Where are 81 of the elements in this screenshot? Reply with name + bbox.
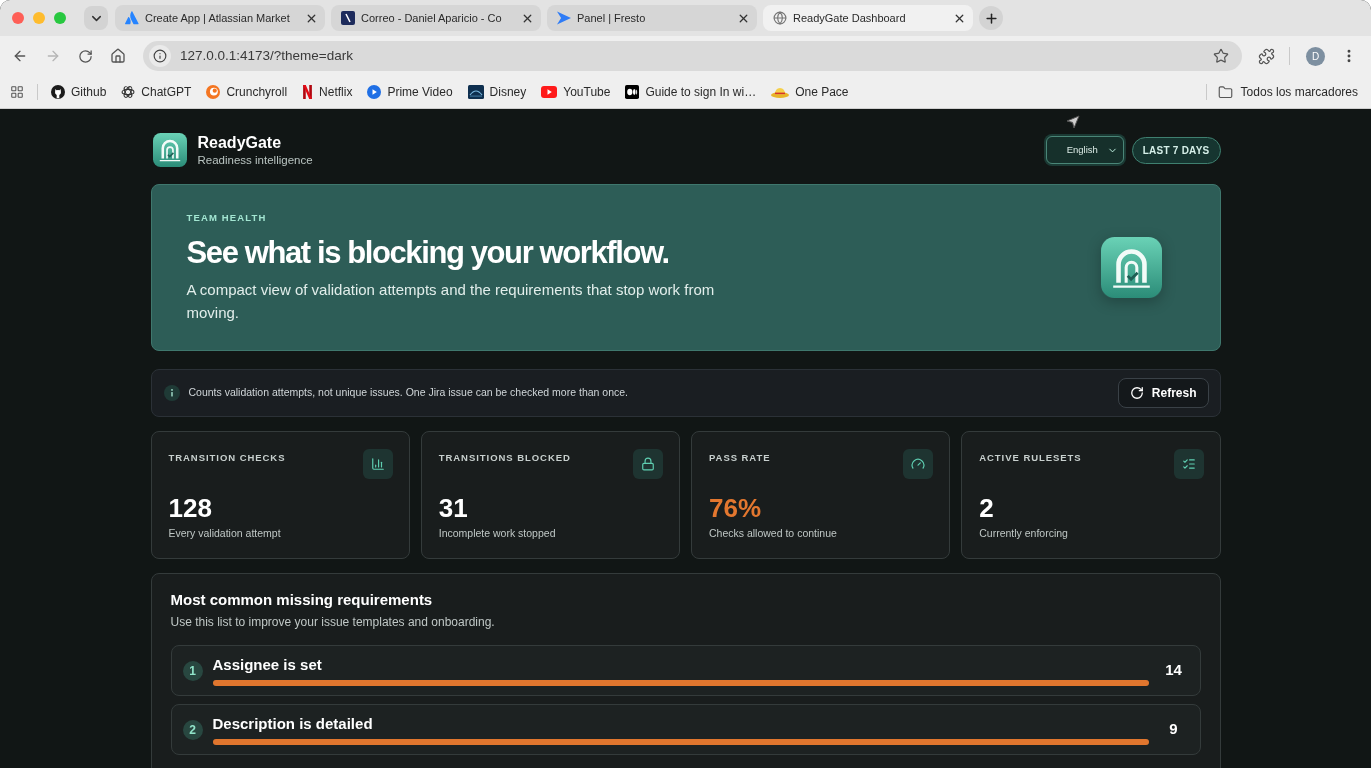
new-tab-button[interactable] [979, 6, 1003, 30]
straw-hat-icon [771, 86, 790, 98]
home-icon[interactable] [110, 48, 126, 64]
address-bar[interactable]: 127.0.0.1:4173/?theme=dark [143, 41, 1242, 71]
hero-title: See what is blocking your workflow. [186, 234, 670, 272]
bookmark-link[interactable]: Netflix [302, 81, 353, 103]
stat-value: 128 [168, 493, 213, 523]
stat-label: TRANSITIONS BLOCKED [438, 452, 571, 464]
tab-title: Create App | Atlassian Market [145, 10, 291, 26]
bookmark-link[interactable]: Prime Video [367, 81, 453, 103]
bookmark-link[interactable]: Crunchyroll [206, 81, 288, 103]
slash-tile-icon [341, 11, 355, 25]
stat-caption: Currently enforcing [979, 526, 1069, 540]
triangle-logo-icon [125, 11, 139, 25]
browser-tab[interactable]: Correo - Daniel Aparicio - Co [331, 5, 541, 31]
date-range-button[interactable]: LAST 7 DAYS [1131, 136, 1221, 164]
all-bookmarks-link[interactable]: Todos los marcadores [1217, 83, 1358, 101]
refresh-button[interactable]: Refresh [1117, 378, 1209, 408]
requirement-label: Assignee is set [212, 655, 323, 674]
tab-title: Panel | Fresto [577, 10, 647, 26]
stat-caption: Every validation attempt [168, 526, 282, 540]
refresh-icon [1129, 386, 1144, 400]
stat-value: 2 [979, 493, 995, 523]
stat-label: TRANSITION CHECKS [168, 452, 286, 464]
bookmark-star-icon[interactable] [1213, 48, 1229, 64]
bookmark-link[interactable]: YouTube [541, 81, 611, 103]
stat-caption: Incomplete work stopped [438, 526, 557, 540]
n-logo-icon [302, 85, 314, 99]
play-button-icon [541, 86, 558, 98]
bookmark-link[interactable]: Disney [467, 81, 527, 103]
bookmark-link[interactable]: ChatGPT [121, 81, 192, 103]
arch-logo-icon [1100, 237, 1162, 298]
reload-icon[interactable] [78, 48, 93, 64]
bar-chart-icon [362, 449, 393, 479]
stat-value: 31 [438, 493, 469, 523]
app-name: ReadyGate [197, 132, 283, 153]
requirements-subtitle: Use this list to improve your issue templates and onboarding. [170, 614, 496, 630]
browser-tab[interactable]: Panel | Fresto [547, 5, 757, 31]
requirement-count: 14 [1164, 660, 1183, 681]
apps-grid-icon[interactable] [10, 85, 24, 99]
url-text: 127.0.0.1:4173/?theme=dark [180, 46, 354, 65]
bookmark-link[interactable]: Guide to sign In wi… [625, 81, 757, 103]
language-select[interactable]: English [1045, 136, 1124, 164]
play-circle-icon [367, 85, 382, 99]
arch-logo-icon [152, 133, 187, 167]
notice-text: Counts validation attempts, not unique issues. One Jira issue can be checked more than once. [188, 385, 629, 401]
cursor-arrow-icon [1065, 115, 1080, 129]
extensions-icon[interactable] [1258, 47, 1275, 65]
browser-tab[interactable]: ReadyGate Dashboard [763, 5, 973, 31]
info-icon [163, 385, 180, 401]
app-tagline: Readiness intelligence [197, 152, 313, 168]
tab-search-button[interactable] [84, 6, 108, 30]
bookmark-link[interactable]: One Pace [771, 81, 849, 103]
square-logo-icon [625, 85, 640, 99]
stat-label: PASS RATE [709, 452, 771, 464]
browser-tab[interactable]: Create App | Atlassian Market [115, 5, 325, 31]
plus-icon [983, 10, 999, 26]
site-info-icon[interactable] [149, 45, 171, 67]
arrow-logo-icon [557, 11, 571, 25]
stat-value: 76% [709, 493, 763, 523]
orbit-icon [121, 85, 136, 99]
checklist-icon [1173, 449, 1204, 479]
hero-description: A compact view of validation attempts and the requirements that stop work from moving. [186, 280, 716, 323]
rank-badge: 2 [182, 719, 203, 740]
globe-icon [773, 11, 787, 25]
arc-tile-icon [467, 85, 484, 99]
rank-badge: 1 [182, 660, 203, 681]
folder-icon [1217, 84, 1233, 100]
lock-icon [633, 449, 663, 479]
requirement-label: Description is detailed [212, 714, 374, 733]
tab-title: ReadyGate Dashboard [793, 10, 907, 26]
stat-caption: Checks allowed to continue [709, 526, 838, 540]
hero-eyebrow: TEAM HEALTH [186, 211, 268, 225]
cat-circle-icon [51, 85, 65, 99]
requirements-title: Most common missing requirements [170, 590, 434, 610]
stat-label: ACTIVE RULESETS [979, 452, 1082, 464]
gauge-icon [903, 449, 934, 479]
requirement-count: 9 [1168, 719, 1179, 740]
tab-title: Correo - Daniel Aparicio - Co [361, 10, 503, 26]
crescent-circle-icon [206, 85, 221, 99]
bookmark-link[interactable]: Github [51, 81, 107, 103]
